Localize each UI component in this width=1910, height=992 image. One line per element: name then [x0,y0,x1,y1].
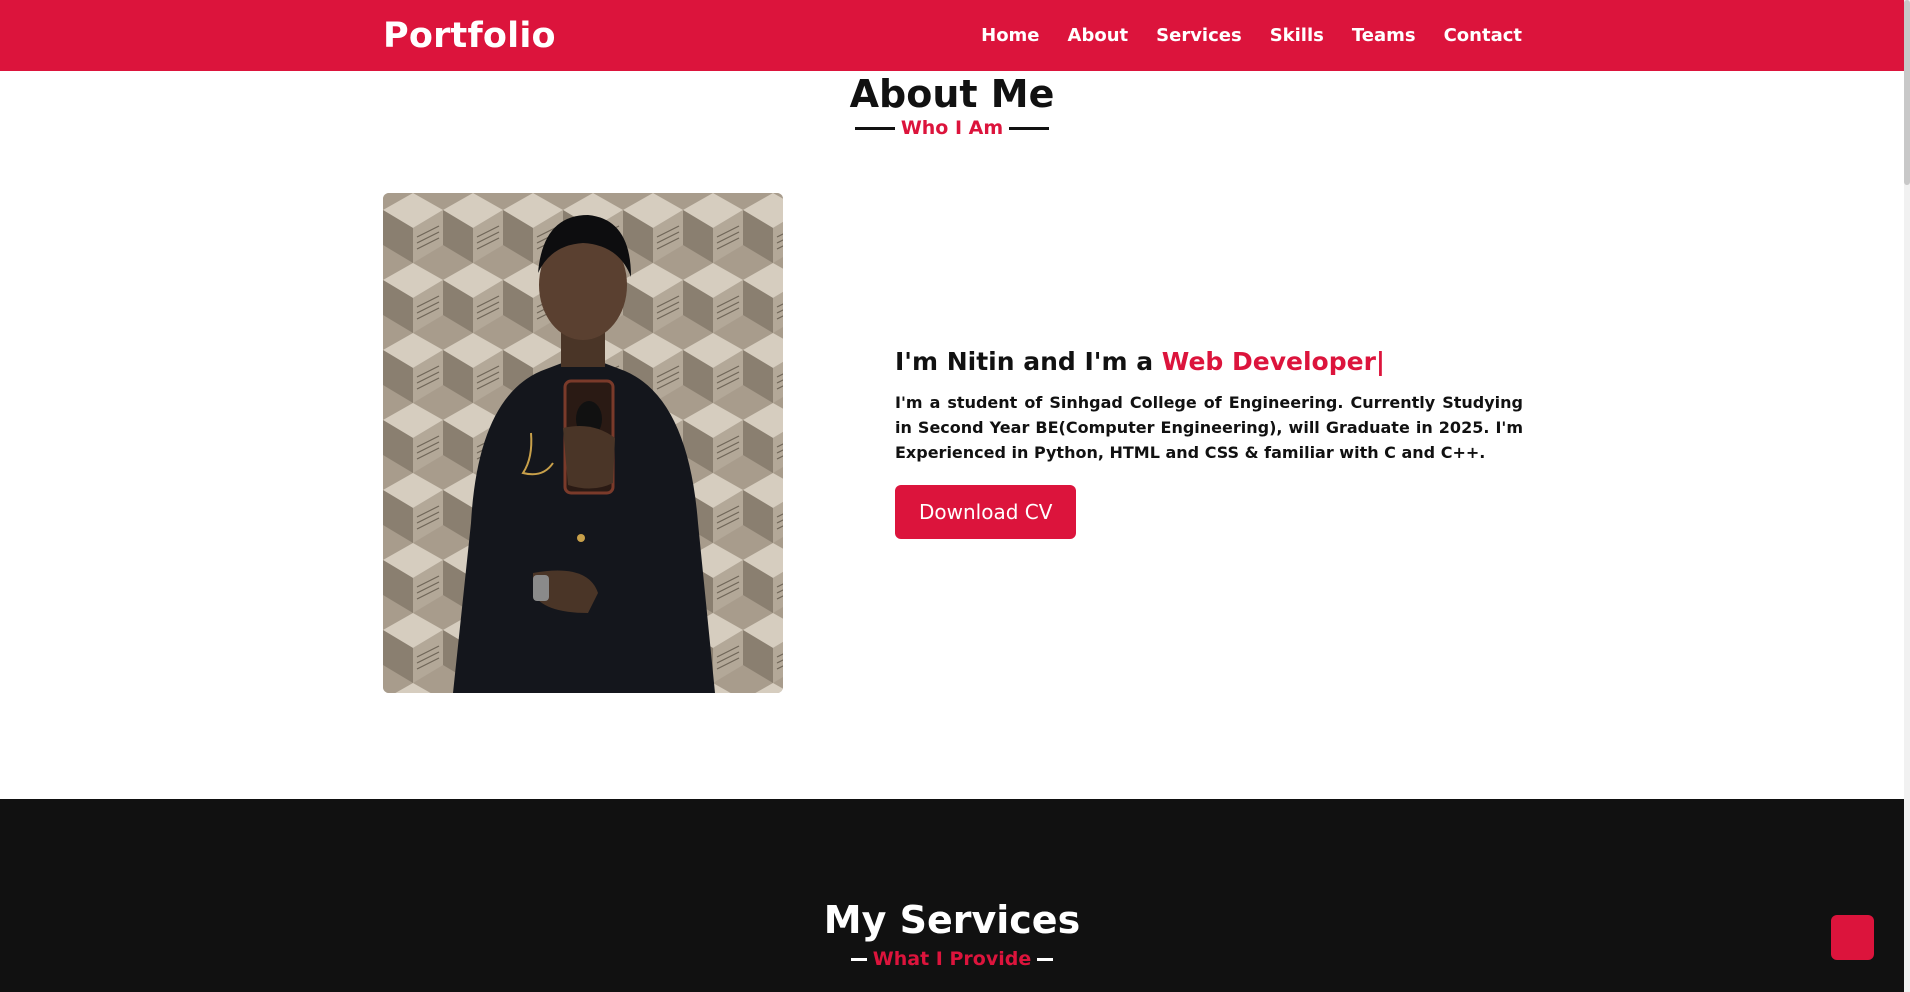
nav-item-home: Home [981,25,1039,46]
nav-item-contact: Contact [1444,25,1522,46]
navbar-inner: Portfolio Home About Services Skills Tea… [383,0,1522,71]
services-section: My Services What I Provide [0,799,1904,992]
subtitle-dash-left [854,126,895,130]
subtitle-dash-right [1009,126,1050,130]
nav-link-contact[interactable]: Contact [1444,25,1522,46]
nav-link-services[interactable]: Services [1156,25,1242,46]
services-subtitle-text: What I Provide [872,948,1032,970]
about-intro: I'm Nitin and I'm a Web Developer| I'm a… [895,347,1523,539]
scrollbar-thumb[interactable] [1904,0,1910,185]
nav-link-home[interactable]: Home [981,25,1039,46]
nav-link-about[interactable]: About [1068,25,1129,46]
about-section: About Me Who I Am I'm Nitin and I'm a We… [0,71,1904,799]
services-title: My Services [823,898,1081,942]
nav-link-teams[interactable]: Teams [1352,25,1416,46]
subtitle-dash-right [1037,957,1054,961]
nav-item-about: About [1068,25,1129,46]
nav-item-skills: Skills [1270,25,1324,46]
download-cv-button[interactable]: Download CV [895,485,1077,539]
nav-link-skills[interactable]: Skills [1270,25,1324,46]
intro-heading-role: Web Developer| [1161,347,1386,376]
nav-item-teams: Teams [1352,25,1416,46]
profile-photo [383,193,783,693]
navbar: Portfolio Home About Services Skills Tea… [0,0,1904,71]
subtitle-dash-left [850,957,867,961]
scrollbar[interactable] [1904,0,1910,992]
about-subtitle: Who I Am [0,117,1904,139]
services-subtitle: What I Provide [0,948,1904,970]
scroll-up-button[interactable] [1831,915,1874,960]
about-subtitle-text: Who I Am [900,117,1004,139]
intro-heading-prefix: I'm Nitin and I'm a [895,347,1162,376]
nav-menu: Home About Services Skills Teams Contact [981,25,1522,46]
profile-photo-image [383,193,783,693]
about-title: About Me [849,72,1055,116]
intro-text: I'm a student of Sinhgad College of Engi… [895,393,1523,462]
logo[interactable]: Portfolio [383,16,556,56]
intro-heading: I'm Nitin and I'm a Web Developer| [895,347,1523,376]
nav-item-services: Services [1156,25,1242,46]
